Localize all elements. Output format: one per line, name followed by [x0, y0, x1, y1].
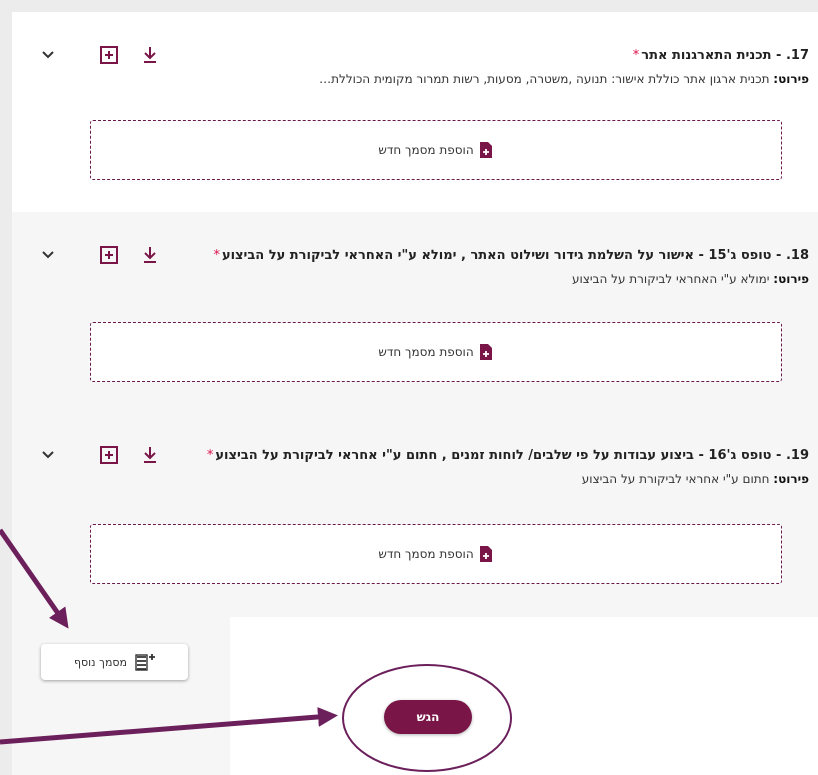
section-title: 19. - טופס ג'16 - ביצוע עבודות על פי שלב… — [206, 448, 809, 463]
footer-white-area — [230, 617, 818, 775]
chevron-down-icon[interactable] — [40, 446, 56, 462]
dropzone-label: הוספת מסמך חדש — [378, 547, 474, 561]
section-title: 18. - טופס ג'15 - אישור על השלמת גידור ו… — [213, 248, 809, 263]
document-add-icon — [479, 142, 492, 158]
upload-dropzone[interactable]: הוספת מסמך חדש — [90, 120, 782, 180]
required-asterisk: * — [213, 248, 220, 263]
note-add-icon — [135, 654, 156, 671]
download-icon[interactable] — [140, 44, 160, 66]
chevron-down-icon[interactable] — [40, 246, 56, 262]
dropzone-label: הוספת מסמך חדש — [378, 143, 474, 157]
document-section-18: 18. - טופס ג'15 - אישור על השלמת גידור ו… — [12, 212, 818, 412]
document-section-19: 19. - טופס ג'16 - ביצוע עבודות על פי שלב… — [12, 412, 818, 617]
add-box-icon[interactable] — [98, 44, 120, 66]
section-description: פירוט: תכנית ארגון אתר כוללת אישור: תנוע… — [319, 72, 809, 86]
download-icon[interactable] — [140, 444, 160, 466]
section-title: 17. - תכנית התארגנות אתר* — [632, 48, 809, 63]
add-document-label: מסמך נוסף — [73, 655, 128, 669]
submit-button[interactable]: הגש — [384, 700, 472, 734]
document-add-icon — [479, 546, 492, 562]
add-document-button[interactable]: מסמך נוסף — [41, 644, 188, 680]
document-section-17: 17. - תכנית התארגנות אתר* פירוט: תכנית א… — [12, 12, 818, 212]
required-asterisk: * — [632, 48, 640, 63]
add-box-icon[interactable] — [98, 444, 120, 466]
dropzone-label: הוספת מסמך חדש — [378, 345, 474, 359]
section-description: פירוט: חתום ע"י אחראי לביקורת על הביצוע — [581, 472, 809, 486]
document-add-icon — [479, 344, 492, 360]
upload-dropzone[interactable]: הוספת מסמך חדש — [90, 322, 782, 382]
required-asterisk: * — [206, 448, 214, 463]
chevron-down-icon[interactable] — [40, 46, 56, 62]
section-description: פירוט: ימולא ע"י האחראי לביקורת על הביצו… — [571, 272, 809, 286]
add-box-icon[interactable] — [98, 244, 120, 266]
upload-dropzone[interactable]: הוספת מסמך חדש — [90, 524, 782, 584]
download-icon[interactable] — [140, 244, 160, 266]
